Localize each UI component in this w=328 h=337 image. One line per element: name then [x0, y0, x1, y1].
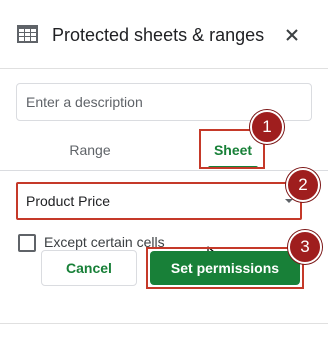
sheet-select-value: Product Price: [26, 193, 111, 209]
panel-header: Protected sheets & ranges: [0, 0, 328, 69]
close-icon[interactable]: [283, 26, 301, 44]
sheets-grid-icon: [17, 25, 38, 43]
step-badge-1: 1: [250, 110, 284, 144]
step-badge-3: 3: [288, 230, 322, 264]
step-badge-2: 2: [286, 168, 320, 202]
except-cells-checkbox[interactable]: [18, 234, 36, 252]
protected-ranges-panel: Protected sheets & ranges Range Sheet Pr…: [0, 0, 328, 337]
set-permissions-button[interactable]: Set permissions: [150, 251, 300, 285]
dropdown-arrow-icon: [285, 199, 293, 203]
footer-divider: [0, 323, 328, 324]
tab-range[interactable]: Range: [40, 130, 140, 170]
sheet-select[interactable]: Product Price: [16, 182, 302, 220]
cancel-button[interactable]: Cancel: [41, 250, 137, 286]
panel-title: Protected sheets & ranges: [52, 25, 265, 45]
